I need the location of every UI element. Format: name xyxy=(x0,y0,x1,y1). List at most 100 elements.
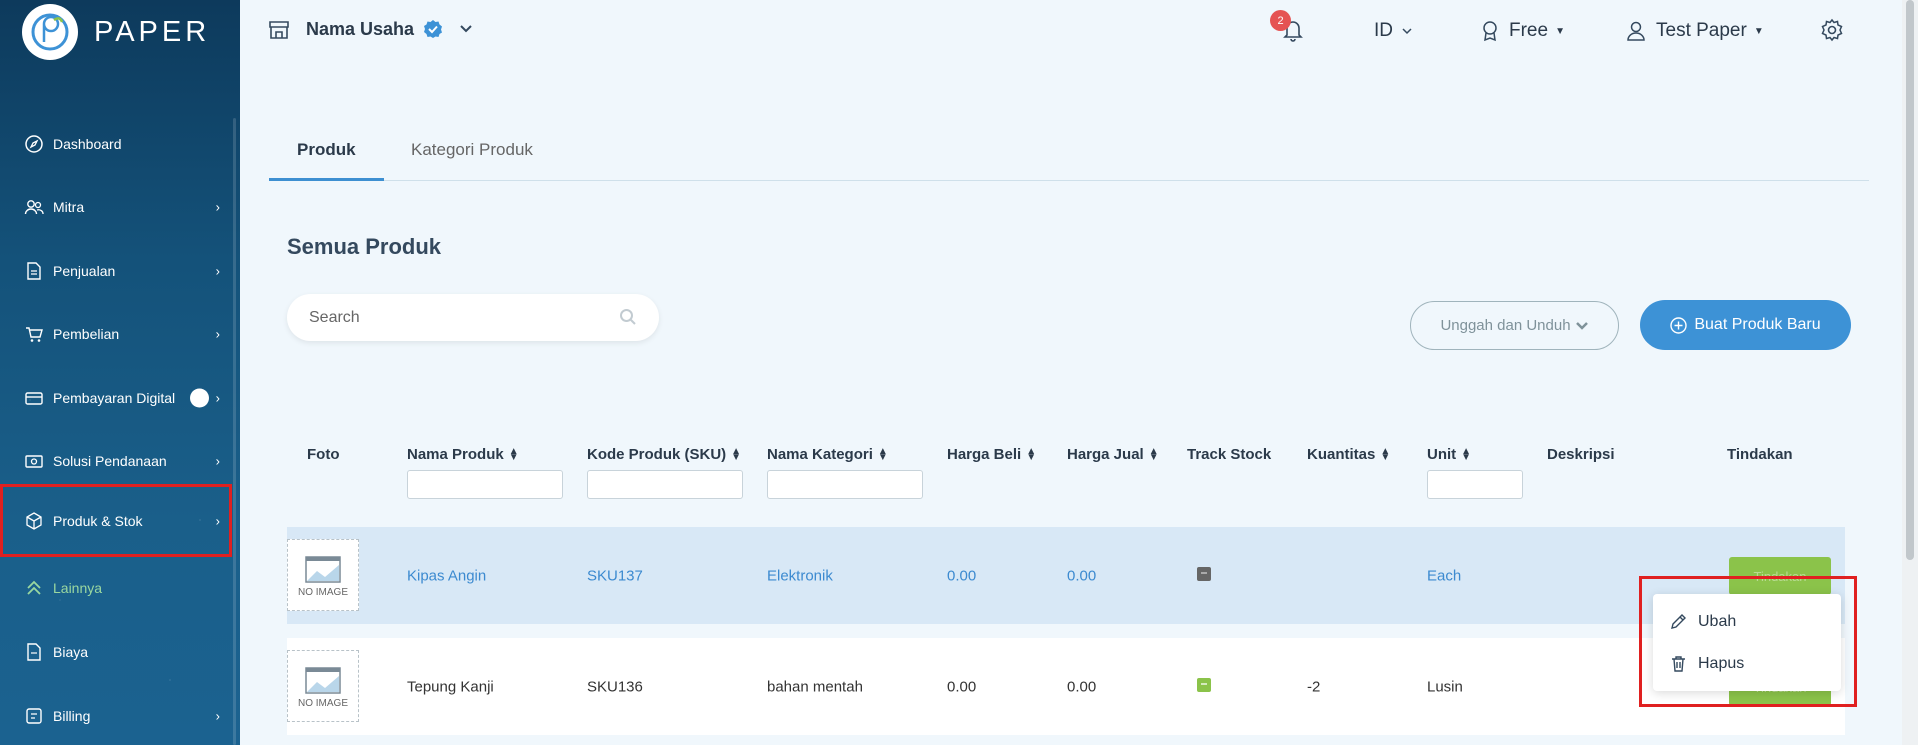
caret-down-icon: ▼ xyxy=(1753,25,1764,37)
cart-icon xyxy=(24,324,44,344)
col-tindakan: Tindakan xyxy=(1727,446,1793,463)
table-row[interactable]: NO IMAGE Kipas Angin SKU137 Elektronik 0… xyxy=(287,527,1845,624)
filter-kode-produk[interactable] xyxy=(587,470,743,499)
scrollbar-thumb[interactable] xyxy=(1906,0,1914,560)
sort-icon: ▲ ▼ xyxy=(1380,445,1391,463)
sidebar-item-label: Billing xyxy=(53,708,91,724)
receipt-icon xyxy=(24,642,44,662)
sort-icon: ▲ ▼ xyxy=(1148,445,1159,463)
col-unit[interactable]: Unit ▲ ▼ xyxy=(1427,446,1471,463)
sort-icon: ▲ ▼ xyxy=(1026,445,1037,463)
users-icon xyxy=(24,197,44,217)
page-title: Semua Produk xyxy=(287,234,442,259)
image-placeholder-icon xyxy=(305,666,341,694)
col-label: Nama Produk xyxy=(407,446,504,463)
tab-kategori-produk[interactable]: Kategori Produk xyxy=(411,140,533,181)
sidebar-item-billing[interactable]: Billing › xyxy=(0,691,232,741)
menu-item-label: Ubah xyxy=(1698,612,1737,630)
sidebar-item-dashboard[interactable]: Dashboard xyxy=(0,119,232,169)
business-name: Nama Usaha xyxy=(306,18,415,39)
new-product-button[interactable]: Buat Produk Baru xyxy=(1640,300,1851,350)
sidebar-item-penjualan[interactable]: Penjualan › xyxy=(0,246,232,296)
filter-unit[interactable] xyxy=(1427,470,1523,499)
search-input[interactable]: Search xyxy=(287,294,659,341)
product-image-placeholder: NO IMAGE xyxy=(287,539,359,611)
category-cell: bahan mentah xyxy=(767,678,863,695)
chevron-right-icon: › xyxy=(215,708,220,724)
sidebar-item-label: Mitra xyxy=(53,199,85,215)
chevron-down-icon xyxy=(1402,28,1412,35)
paper-logo-icon xyxy=(22,4,78,60)
sidebar-item-biaya[interactable]: Biaya xyxy=(0,627,232,677)
verified-badge-icon xyxy=(424,20,443,38)
plus-circle-icon xyxy=(1670,316,1688,334)
upload-download-button[interactable]: Unggah dan Unduh xyxy=(1410,301,1619,350)
top-header: Nama Usaha 2 ID Free ▼ Test Paper ▼ xyxy=(240,0,1918,62)
col-nama-produk[interactable]: Nama Produk ▲ ▼ xyxy=(407,446,519,463)
double-chevron-up-icon xyxy=(24,578,44,598)
sidebar-item-solusi-pendanaan[interactable]: Solusi Pendanaan › xyxy=(0,436,232,486)
new-product-label: Buat Produk Baru xyxy=(1694,316,1821,333)
plan-selector[interactable]: Free ▼ xyxy=(1481,20,1565,42)
sidebar-item-label: Produk & Stok xyxy=(53,512,143,529)
billing-icon xyxy=(24,706,44,726)
col-harga-beli[interactable]: Harga Beli ▲ ▼ xyxy=(947,446,1036,463)
tab-produk[interactable]: Produk xyxy=(269,140,384,181)
image-placeholder-icon xyxy=(305,555,341,583)
compass-icon xyxy=(24,134,44,154)
chevron-right-icon: › xyxy=(215,263,220,279)
app-logo[interactable]: PAPER xyxy=(22,4,210,60)
sidebar-item-pembelian[interactable]: Pembelian › xyxy=(0,309,232,359)
col-kode-produk[interactable]: Kode Produk (SKU) ▲ ▼ xyxy=(587,446,741,463)
settings-button[interactable] xyxy=(1820,18,1844,42)
sort-icon: ▲ ▼ xyxy=(1461,445,1472,463)
no-image-label: NO IMAGE xyxy=(297,697,348,709)
product-image-placeholder: NO IMAGE xyxy=(287,650,359,722)
sidebar: PAPER Dashboard Mitra › Penjualan › Pemb… xyxy=(0,0,240,745)
sidebar-item-label: Biaya xyxy=(53,644,89,660)
col-label: Harga Jual xyxy=(1067,446,1144,463)
table-row[interactable]: NO IMAGE Tepung Kanji SKU136 bahan menta… xyxy=(287,638,1845,735)
menu-item-delete[interactable]: Hapus xyxy=(1669,654,1744,673)
language-selector[interactable]: ID xyxy=(1374,20,1414,42)
chevron-down-icon xyxy=(1575,321,1588,330)
chevron-right-icon: › xyxy=(215,199,220,215)
sidebar-item-label: Pembelian xyxy=(53,326,120,342)
category-cell: Elektronik xyxy=(767,567,833,584)
box-icon xyxy=(24,511,44,531)
pencil-icon xyxy=(1671,614,1686,629)
no-image-label: NO IMAGE xyxy=(297,586,348,598)
user-menu[interactable]: Test Paper ▼ xyxy=(1626,20,1764,42)
col-harga-jual[interactable]: Harga Jual ▲ ▼ xyxy=(1067,446,1159,463)
sidebar-item-pembayaran-digital[interactable]: Pembayaran Digital › xyxy=(0,373,232,423)
col-kuantitas[interactable]: Kuantitas ▲ ▼ xyxy=(1307,446,1390,463)
product-name-link[interactable]: Tepung Kanji xyxy=(407,678,494,695)
col-nama-kategori[interactable]: Nama Kategori ▲ ▼ xyxy=(767,446,888,463)
business-selector[interactable]: Nama Usaha xyxy=(268,18,473,40)
award-icon xyxy=(1483,21,1497,42)
sort-icon: ▲ ▼ xyxy=(877,445,888,463)
sidebar-scrollbar[interactable] xyxy=(233,118,236,745)
search-icon xyxy=(620,309,636,325)
notification-button[interactable]: 2 xyxy=(1270,10,1308,44)
sell-price-cell: 0.00 xyxy=(1067,567,1097,584)
money-icon xyxy=(24,451,44,471)
menu-item-edit[interactable]: Ubah xyxy=(1669,612,1736,631)
col-deskripsi: Deskripsi xyxy=(1547,446,1615,463)
filter-nama-produk[interactable] xyxy=(407,470,563,499)
page-scrollbar[interactable] xyxy=(1902,0,1918,745)
quantity-cell: -2 xyxy=(1307,678,1321,695)
product-tabs: Produk Kategori Produk xyxy=(269,128,1869,181)
product-name-link[interactable]: Kipas Angin xyxy=(407,567,486,584)
sidebar-item-mitra[interactable]: Mitra › xyxy=(0,182,232,232)
chevron-down-icon xyxy=(460,25,472,33)
card-icon xyxy=(24,388,44,408)
filter-nama-kategori[interactable] xyxy=(767,470,923,499)
upload-download-label: Unggah dan Unduh xyxy=(1440,317,1571,334)
sidebar-item-lainnya[interactable]: Lainnya xyxy=(0,563,232,613)
sidebar-item-label: Penjualan xyxy=(53,263,116,279)
language-label: ID xyxy=(1374,20,1393,41)
notification-count-badge: 2 xyxy=(1270,10,1291,31)
sidebar-item-produk-stok[interactable]: Produk & Stok › xyxy=(0,484,232,557)
chevron-right-icon: › xyxy=(215,513,220,528)
